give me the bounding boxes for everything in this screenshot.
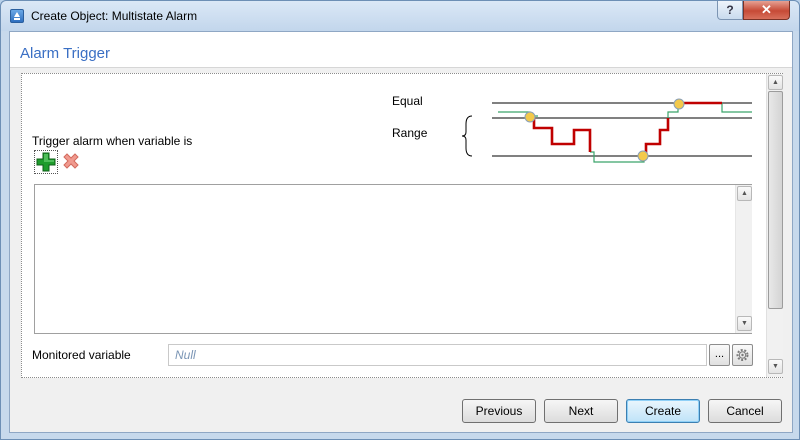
alarm-signal-line (530, 116, 592, 152)
monitored-variable-label: Monitored variable (32, 348, 131, 362)
next-button[interactable]: Next (544, 399, 618, 423)
page-title: Alarm Trigger (20, 45, 111, 62)
panel-scroll-up-arrow[interactable]: ▲ (768, 75, 783, 90)
panel-scroll-down-arrow[interactable]: ▼ (768, 359, 783, 374)
list-scroll-down-arrow[interactable]: ▼ (737, 316, 752, 331)
variable-settings-button[interactable] (732, 344, 753, 366)
previous-button[interactable]: Previous (462, 399, 536, 423)
dialog-client-area: Alarm Trigger Equal Range Trigger alarm … (9, 31, 793, 433)
alarm-trigger-diagram (462, 98, 752, 163)
gear-icon (736, 349, 749, 361)
trigger-label: Trigger alarm when variable is (32, 134, 193, 148)
remove-condition-button[interactable] (60, 150, 84, 174)
monitored-variable-field[interactable]: Null (168, 344, 707, 366)
alarm-signal-line-rise (644, 118, 670, 158)
cancel-button[interactable]: Cancel (708, 399, 782, 423)
range-brace (462, 115, 473, 157)
help-button[interactable]: ? (717, 1, 743, 20)
browse-variable-button[interactable]: ... (709, 344, 730, 366)
settings-panel: Equal Range Trigger alarm when variable … (21, 73, 783, 378)
plus-icon (36, 152, 56, 172)
list-scrollbar[interactable]: ▲ ▼ (735, 185, 752, 333)
title-bar[interactable]: Create Object: Multistate Alarm ? ✕ (1, 1, 799, 31)
x-icon (63, 153, 79, 169)
wizard-header: Alarm Trigger (10, 32, 792, 68)
panel-scrollbar[interactable]: ▲ ▼ (766, 74, 783, 377)
close-button[interactable]: ✕ (743, 1, 790, 20)
normal-signal-line-low (590, 151, 645, 163)
panel-scroll-thumb[interactable] (768, 91, 783, 309)
dialog-window: Create Object: Multistate Alarm ? ✕ Alar… (0, 0, 800, 440)
equal-label: Equal (392, 94, 423, 108)
list-scroll-up-arrow[interactable]: ▲ (737, 186, 752, 201)
normal-signal-line-end (721, 103, 752, 113)
window-title: Create Object: Multistate Alarm (31, 9, 198, 23)
trigger-conditions-list[interactable]: ▲ ▼ (34, 184, 752, 334)
app-upload-icon (10, 9, 24, 23)
range-label: Range (392, 126, 428, 140)
add-condition-button[interactable] (34, 150, 58, 174)
create-button[interactable]: Create (626, 399, 700, 423)
